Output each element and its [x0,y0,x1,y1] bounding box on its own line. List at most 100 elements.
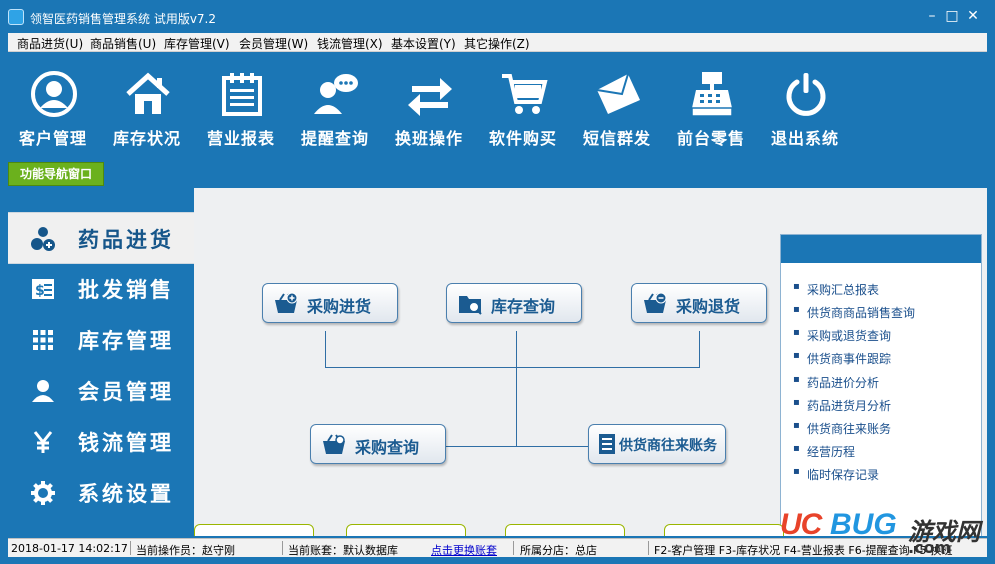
menu-cashflow[interactable]: 钱流管理(X) [317,35,383,52]
pills-icon [30,226,56,252]
toolbar-label: 客户管理 [18,129,87,148]
basket-minus-icon [644,292,667,313]
stock-query-button[interactable]: 库存查询 [446,283,582,323]
change-account-link[interactable]: 点击更换账套 [431,542,497,558]
status-datetime: 2018-01-17 14:02:17 [11,542,128,555]
sidebar-item-inventory[interactable]: 库存管理 [8,314,194,364]
invoice-icon: $ [30,276,56,302]
menu-goods-sales[interactable]: 商品销售(U) [90,35,156,52]
toolbar-label: 换班操作 [394,129,463,148]
bottom-card [194,524,314,536]
watermark-com: .com [908,538,952,557]
sidebar-item-label: 钱流管理 [78,431,174,455]
sidebar-item-cashflow[interactable]: 钱流管理 [8,416,194,466]
svg-text:$: $ [35,283,45,299]
link-drug-purchase-monthly[interactable]: 药品进货月分析 [793,397,891,414]
house-icon [126,72,170,114]
tab-function-navigation[interactable]: 功能导航窗口 [8,162,104,186]
flow-line [516,331,517,446]
toolbar-label: 软件购买 [488,129,557,148]
toolbar-software-purchase[interactable]: 软件购买 [476,52,570,156]
shopping-cart-icon [502,74,548,114]
swap-arrows-icon [408,78,452,116]
link-business-history[interactable]: 经营历程 [793,443,855,460]
link-supplier-sales-query[interactable]: 供货商商品销售查询 [793,304,915,321]
toolbar-label: 退出系统 [770,129,839,148]
power-icon [786,73,826,116]
toolbar-business-report[interactable]: 营业报表 [194,52,288,156]
toolbar-label: 提醒查询 [300,129,369,148]
main-toolbar: 客户管理 库存状况 营业报表 提醒查询 换班操作 软件购买 短信群发 前台零售 … [0,52,995,156]
toolbar-shift-change[interactable]: 换班操作 [382,52,476,156]
flow-button-label: 库存查询 [491,297,556,316]
window-title: 领智医药销售管理系统 试用版v7.2 [30,12,217,26]
basket-search-icon [323,434,345,454]
menu-other-ops[interactable]: 其它操作(Z) [464,35,530,52]
status-separator [648,541,649,555]
toolbar-stock-status[interactable]: 库存状况 [100,52,194,156]
purchase-in-button[interactable]: 采购进货 [262,283,398,323]
sidebar-item-drug-purchase[interactable]: 药品进货 [8,212,194,264]
menu-bar: 商品进货(U) 商品销售(U) 库存管理(V) 会员管理(W) 钱流管理(X) … [8,33,987,52]
status-branch: 所属分店：总店 [520,544,597,557]
link-drug-cost-analysis[interactable]: 药品进价分析 [793,374,879,391]
toolbar-label: 短信群发 [582,129,651,148]
status-account: 当前账套：默认数据库 [288,544,398,557]
link-purchase-summary-report[interactable]: 采购汇总报表 [793,281,879,298]
menu-inventory[interactable]: 库存管理(V) [164,35,230,52]
toolbar-sms-broadcast[interactable]: 短信群发 [570,52,664,156]
yen-icon [30,429,56,455]
folder-search-icon [459,296,482,315]
sidebar-item-label: 系统设置 [78,482,174,506]
toolbar-label: 库存状况 [112,129,181,148]
maximize-button[interactable]: □ [941,6,963,26]
link-supplier-event-tracking[interactable]: 供货商事件跟踪 [793,350,891,367]
sidebar-item-members[interactable]: 会员管理 [8,365,194,415]
bottom-card [664,524,784,536]
user-chat-icon [314,74,358,114]
sidebar-item-label: 库存管理 [78,329,174,353]
toolbar-reminder-query[interactable]: 提醒查询 [288,52,382,156]
user-circle-icon [31,71,77,117]
status-separator [513,541,514,555]
toolbar-exit-system[interactable]: 退出系统 [758,52,852,156]
minimize-button[interactable]: – [921,6,943,26]
status-separator [282,541,283,555]
flow-line [699,331,700,367]
close-button[interactable]: ✕ [962,6,984,26]
content-area: 采购进货 库存查询 采购退货 采购查询 供货商往来账务 采购汇总报表 供货商商品… [194,188,987,536]
flow-button-label: 采购进货 [307,297,372,316]
envelope-icon [596,73,640,114]
flow-line [325,331,326,367]
link-supplier-accounts[interactable]: 供货商往来账务 [793,420,891,437]
title-bar: 领智医药销售管理系统 试用版v7.2 – □ ✕ [0,0,995,33]
status-operator: 当前操作员：赵守刚 [136,544,235,557]
toolbar-label: 营业报表 [206,129,275,148]
sidebar-item-label: 药品进货 [78,228,174,252]
gear-icon [30,480,56,506]
supplier-account-button[interactable]: 供货商往来账务 [588,424,726,464]
menu-basic-settings[interactable]: 基本设置(Y) [391,35,456,52]
watermark-bug: BUG [830,508,897,541]
side-navigation: 药品进货 $ 批发销售 库存管理 会员管理 钱流管理 系统设置 [8,188,194,536]
panel-header [781,235,981,263]
app-logo-icon [8,9,24,25]
purchase-query-button[interactable]: 采购查询 [310,424,446,464]
sidebar-item-wholesale[interactable]: $ 批发销售 [8,263,194,313]
menu-goods-purchase[interactable]: 商品进货(U) [17,35,83,52]
tab-strip: 功能导航窗口 [0,156,995,186]
watermark-uc: UC [780,508,822,541]
link-purchase-return-query[interactable]: 采购或退货查询 [793,327,891,344]
toolbar-customer-management[interactable]: 客户管理 [6,52,100,156]
app-window: 领智医药销售管理系统 试用版v7.2 – □ ✕ 商品进货(U) 商品销售(U)… [0,0,995,564]
bottom-card [346,524,466,536]
watermark-logo: UC BUG 游戏网 .com [780,508,990,558]
sidebar-item-system-settings[interactable]: 系统设置 [8,467,194,517]
flow-button-label: 采购退货 [676,297,741,316]
purchase-return-button[interactable]: 采购退货 [631,283,767,323]
link-temp-saved-records[interactable]: 临时保存记录 [793,466,879,483]
sidebar-item-label: 批发销售 [78,278,174,302]
toolbar-front-retail[interactable]: 前台零售 [664,52,758,156]
menu-members[interactable]: 会员管理(W) [239,35,308,52]
cash-register-icon [691,72,733,117]
